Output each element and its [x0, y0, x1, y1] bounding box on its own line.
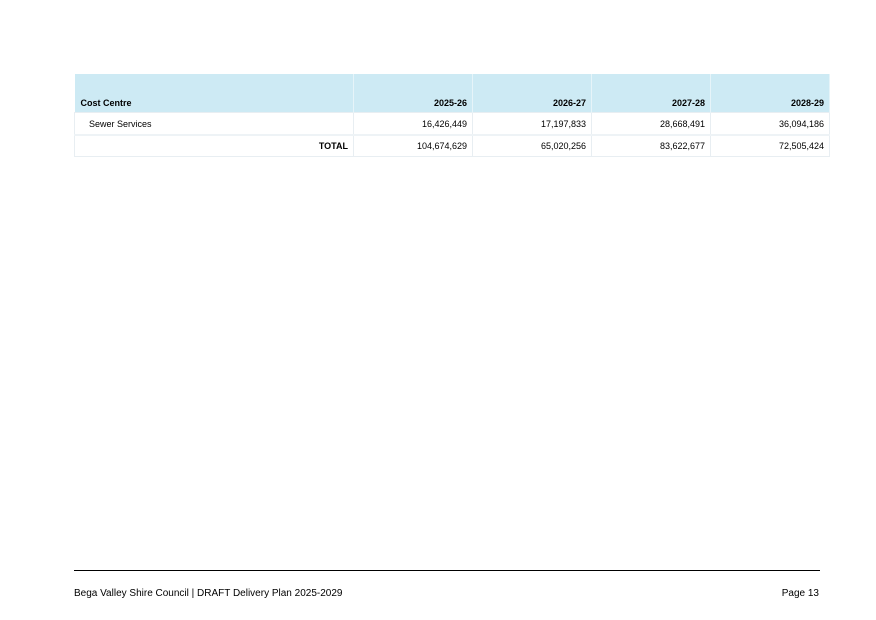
total-value-2027-28: 83,622,677: [591, 134, 711, 157]
table-total-row: TOTAL 104,674,629 65,020,256 83,622,677 …: [74, 134, 830, 157]
row-cost-centre-name: Sewer Services: [74, 112, 354, 136]
row-value-2025-26: 16,426,449: [353, 112, 473, 136]
footer-document-title: Bega Valley Shire Council | DRAFT Delive…: [74, 588, 343, 599]
header-year-2028-29: 2028-29: [710, 74, 830, 113]
row-value-2028-29: 36,094,186: [710, 112, 830, 136]
cost-centre-table: Cost Centre 2025-26 2026-27 2027-28 2028…: [74, 74, 830, 157]
cost-centre-table-container: Cost Centre 2025-26 2026-27 2027-28 2028…: [74, 74, 830, 157]
header-year-2026-27: 2026-27: [472, 74, 592, 113]
footer-divider: [74, 570, 820, 571]
row-value-2026-27: 17,197,833: [472, 112, 592, 136]
total-value-2025-26: 104,674,629: [353, 134, 473, 157]
header-year-2027-28: 2027-28: [591, 74, 711, 113]
header-cost-centre: Cost Centre: [74, 74, 354, 113]
table-row: Sewer Services 16,426,449 17,197,833 28,…: [74, 112, 830, 136]
table-header-row: Cost Centre 2025-26 2026-27 2027-28 2028…: [74, 74, 830, 113]
footer-page-number: Page 13: [781, 588, 819, 599]
header-year-2025-26: 2025-26: [353, 74, 473, 113]
total-value-2026-27: 65,020,256: [472, 134, 592, 157]
total-value-2028-29: 72,505,424: [710, 134, 830, 157]
row-value-2027-28: 28,668,491: [591, 112, 711, 136]
total-label: TOTAL: [74, 134, 354, 157]
